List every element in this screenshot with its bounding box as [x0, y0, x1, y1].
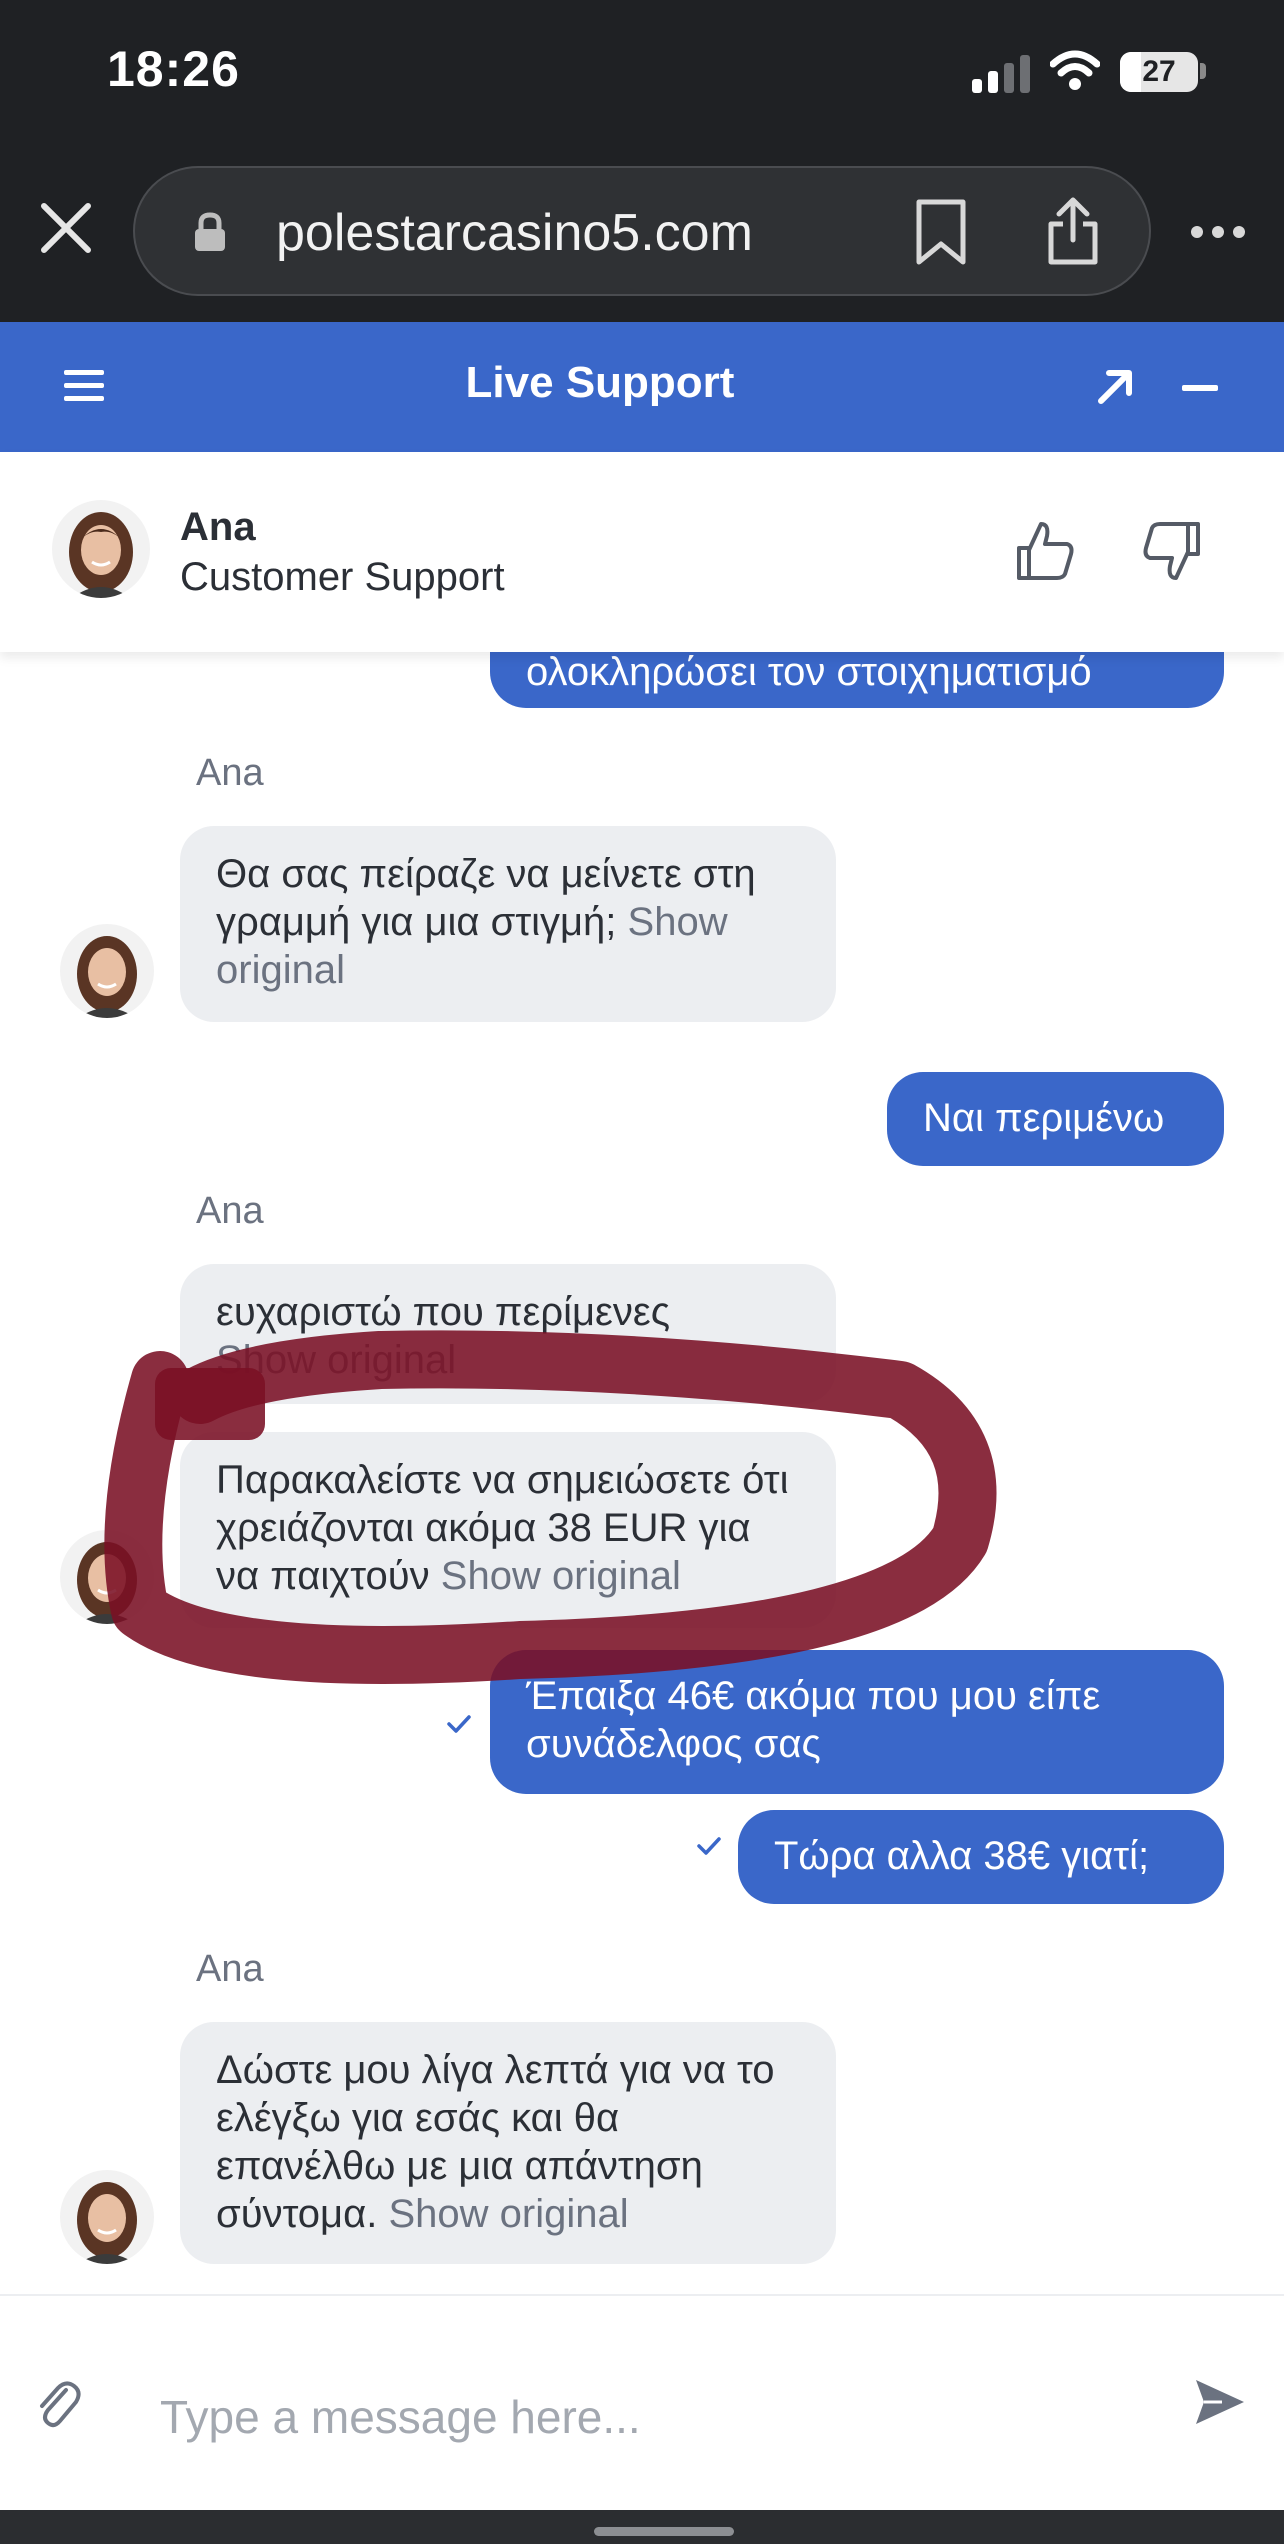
- agent-message: ευχαριστώ που περίμενες Show original: [180, 1264, 836, 1404]
- bookmark-icon[interactable]: [913, 198, 969, 266]
- agent-role: Customer Support: [180, 555, 505, 599]
- chat-title: Live Support: [465, 358, 735, 407]
- sender-name: Ana: [196, 1190, 264, 1232]
- paperclip-icon[interactable]: [36, 2376, 82, 2430]
- sender-name: Ana: [196, 752, 264, 794]
- delivered-check-icon: [447, 1715, 471, 1733]
- agent-message: Δώστε μου λίγα λεπτά για να το ελέγξω γι…: [180, 2022, 836, 2264]
- sender-name: Ana: [196, 1948, 264, 1990]
- agent-avatar: [60, 924, 154, 1018]
- delivered-check-icon: [697, 1837, 721, 1855]
- home-indicator[interactable]: [594, 2527, 734, 2536]
- chat-messages[interactable]: ολοκληρώσει τον στοιχηματισμό Ana Θα σας…: [0, 652, 1284, 2292]
- minimize-icon[interactable]: [1182, 385, 1218, 391]
- agent-name: Ana: [180, 505, 256, 549]
- agent-message: Θα σας πείραζε να μείνετε στη γραμμή για…: [180, 826, 836, 1022]
- thumbs-up-icon[interactable]: [1015, 520, 1075, 582]
- battery-icon: 27: [1120, 52, 1198, 92]
- agent-avatar: [60, 2170, 154, 2264]
- show-original-link[interactable]: Show original: [388, 2192, 628, 2236]
- agent-message: Παρακαλείστε να σημειώσετε ότι χρειάζοντ…: [180, 1432, 836, 1628]
- wifi-icon: [1050, 50, 1100, 90]
- cellular-signal-icon: [972, 55, 1032, 93]
- user-message: Τώρα αλλα 38€ γιατί;: [738, 1810, 1224, 1904]
- message-input[interactable]: [160, 2382, 1140, 2452]
- show-original-link[interactable]: Show original: [441, 1554, 681, 1598]
- user-message: Έπαιξα 46€ ακόμα που μου είπε συνάδελφος…: [490, 1650, 1224, 1794]
- more-icon[interactable]: [1190, 225, 1246, 239]
- thumbs-down-icon[interactable]: [1142, 520, 1202, 582]
- send-icon[interactable]: [1192, 2374, 1248, 2430]
- battery-level: 27: [1142, 55, 1176, 88]
- close-icon[interactable]: [36, 198, 96, 258]
- url-text[interactable]: polestarcasino5.com: [276, 203, 753, 263]
- lock-icon: [195, 212, 225, 251]
- agent-info-bar: [0, 452, 1284, 652]
- agent-avatar: [52, 500, 150, 598]
- share-icon[interactable]: [1045, 196, 1101, 266]
- expand-icon[interactable]: [1095, 367, 1135, 407]
- user-message: Ναι περιμένω: [887, 1072, 1224, 1166]
- status-time: 18:26: [107, 41, 240, 97]
- agent-avatar: [60, 1530, 154, 1624]
- show-original-link[interactable]: Show original: [216, 1338, 456, 1382]
- user-message: ολοκληρώσει τον στοιχηματισμό: [490, 652, 1224, 708]
